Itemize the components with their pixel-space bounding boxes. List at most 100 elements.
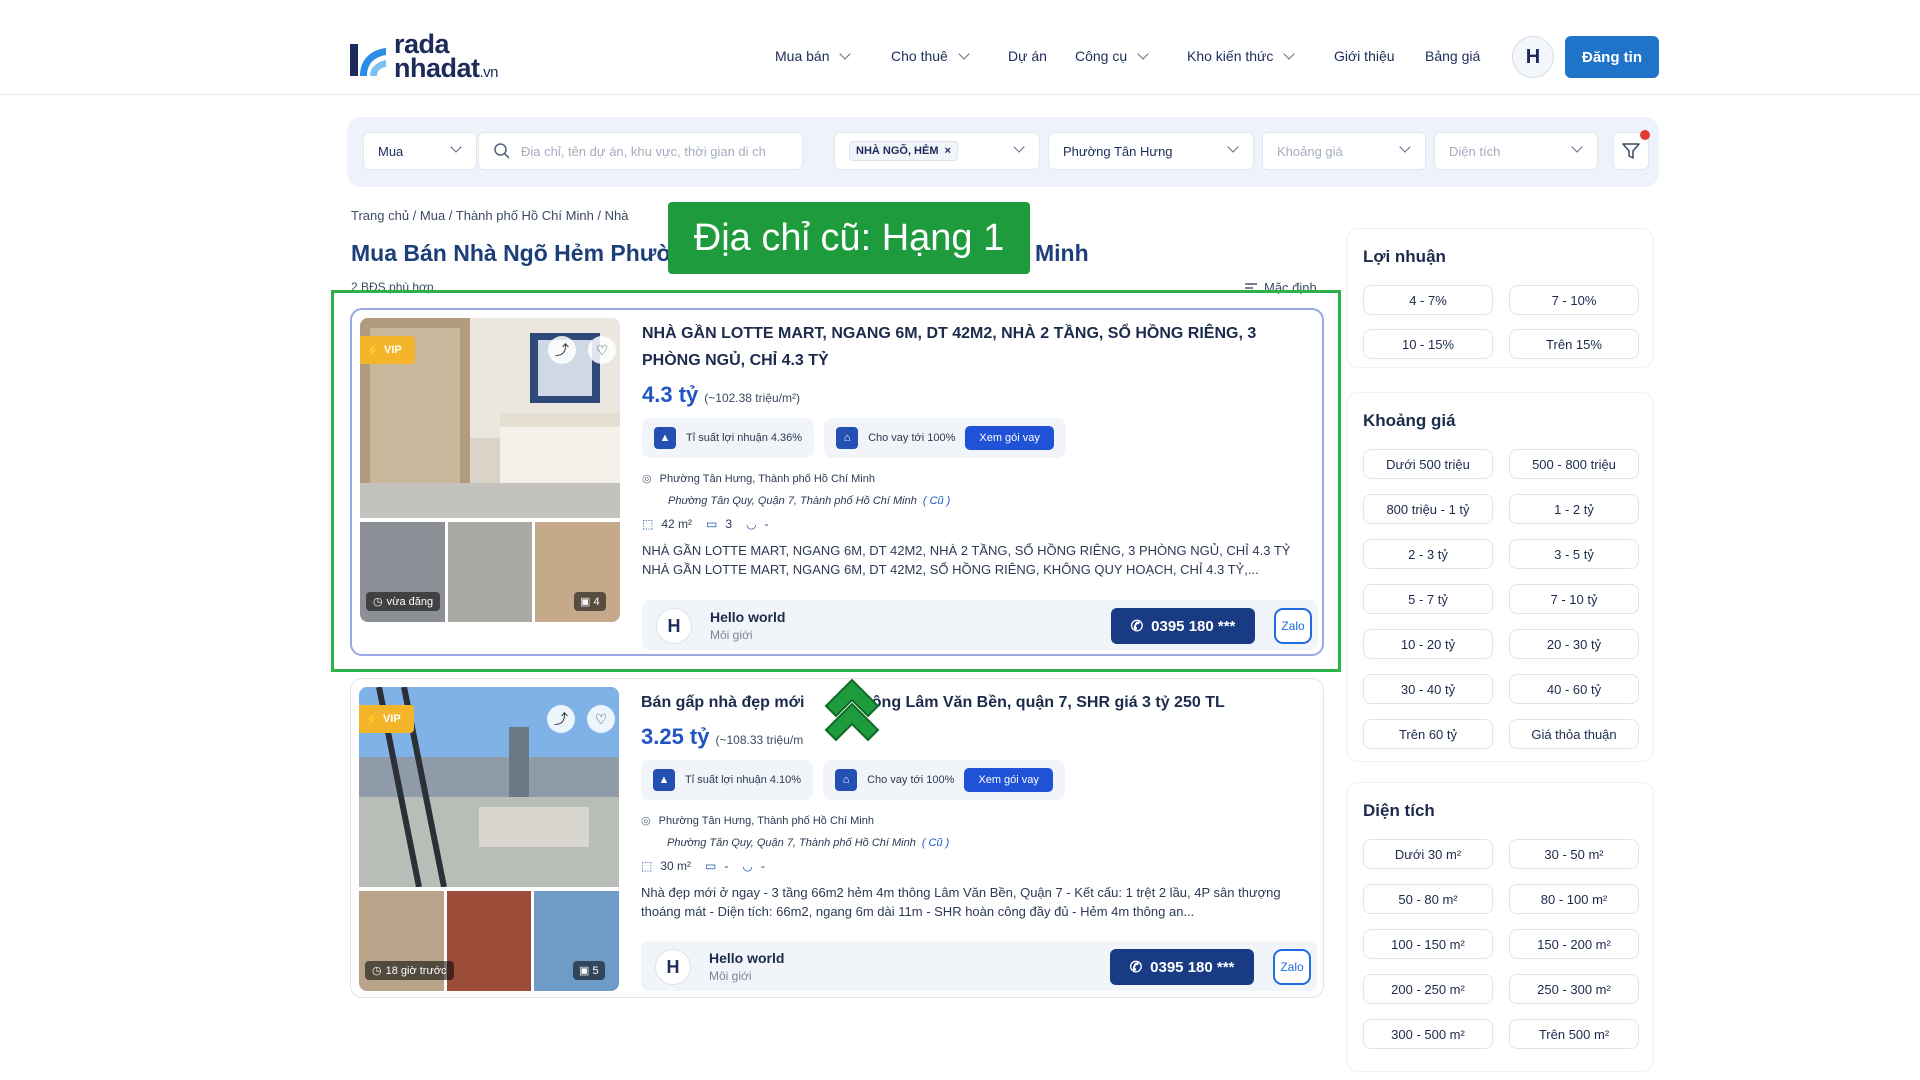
agent-name[interactable]: Hello world [709, 950, 784, 966]
close-icon[interactable]: × [945, 145, 951, 157]
zalo-button[interactable]: Zalo [1274, 608, 1312, 644]
agent-name[interactable]: Hello world [710, 609, 785, 625]
page-title: Mua Bán Nhà Ngõ Hẻm Phườ Minh [351, 240, 1089, 267]
price-option[interactable]: Dưới 500 triệu [1363, 449, 1493, 479]
listing-title[interactable]: NHÀ GẦN LOTTE MART, NGANG 6M, DT 42M2, N… [642, 320, 1312, 374]
thumbnail-photo[interactable] [446, 891, 532, 991]
heart-icon[interactable]: ♡ [587, 705, 615, 733]
view-loan-button[interactable]: Xem gói vay [964, 768, 1053, 792]
profit-option[interactable]: Trên 15% [1509, 329, 1639, 359]
old-address-tag: ( Cũ ) [921, 837, 950, 849]
site-logo[interactable]: rada nhadat.vn [346, 30, 516, 84]
area-option[interactable]: 200 - 250 m² [1363, 974, 1493, 1004]
profit-option[interactable]: 10 - 15% [1363, 329, 1493, 359]
price-option[interactable]: 7 - 10 tỷ [1509, 584, 1639, 614]
transaction-type-select[interactable]: Mua [363, 132, 477, 170]
price-option[interactable]: 20 - 30 tỷ [1509, 629, 1639, 659]
loan-text: Cho vay tới 100% [868, 432, 956, 444]
logo-text-suffix: .vn [479, 64, 499, 81]
area-select[interactable]: Diện tích [1434, 132, 1598, 170]
area-option[interactable]: 80 - 100 m² [1509, 884, 1639, 914]
post-listing-button[interactable]: Đăng tin [1565, 36, 1659, 78]
price-option[interactable]: 2 - 3 tỷ [1363, 539, 1493, 569]
area-option[interactable]: Dưới 30 m² [1363, 839, 1493, 869]
search-bar: Mua Địa chỉ, tên dự án, khu vực, thời gi… [347, 117, 1659, 187]
annotation-banner: Địa chỉ cũ: Hạng 1 [668, 202, 1030, 274]
listing-info: Bán gấp nhà đẹp mới hông Lâm Văn Bền, qu… [641, 689, 1311, 921]
user-avatar[interactable]: H [1512, 36, 1554, 78]
price-option[interactable]: Trên 60 tỷ [1363, 719, 1493, 749]
clock-icon: ◷ [373, 596, 383, 608]
address: ◎ Phường Tân Hưng, Thành phố Hồ Chí Minh [641, 814, 1311, 828]
category-tag[interactable]: NHÀ NGÕ, HẺM × [849, 141, 958, 161]
sort-icon [1245, 282, 1257, 293]
agent-avatar[interactable]: H [655, 949, 691, 985]
search-input[interactable]: Địa chỉ, tên dự án, khu vực, thời gian d… [478, 132, 803, 170]
nav-item-bang-gia[interactable]: Bảng giá [1425, 48, 1480, 64]
nav-item-cho-thue[interactable]: Cho thuê [891, 48, 970, 64]
photo-count-badge: ▣ 4 [574, 592, 606, 611]
area-option[interactable]: 300 - 500 m² [1363, 1019, 1493, 1049]
vip-label: VIP [383, 344, 402, 356]
price-option[interactable]: 30 - 40 tỷ [1363, 674, 1493, 704]
area-option[interactable]: Trên 500 m² [1509, 1019, 1639, 1049]
nav-item-du-an[interactable]: Dự án [1008, 48, 1047, 64]
bank-icon: ⌂ [835, 769, 858, 791]
call-button[interactable]: ✆ 0395 180 *** [1110, 949, 1254, 985]
area-option[interactable]: 50 - 80 m² [1363, 884, 1493, 914]
profit-option[interactable]: 4 - 7% [1363, 285, 1493, 315]
nav-item-kho-kien-thuc[interactable]: Kho kiến thức [1187, 48, 1296, 64]
price-option[interactable]: 40 - 60 tỷ [1509, 674, 1639, 704]
agent-bar: H Hello world Môi giới ✆ 0395 180 *** Zal… [641, 941, 1317, 991]
share-icon[interactable]: ⤴ [548, 336, 576, 364]
zalo-button[interactable]: Zalo [1273, 949, 1311, 985]
ward-select[interactable]: Phường Tân Hưng [1048, 132, 1254, 170]
nav-item-mua-ban[interactable]: Mua bán [775, 48, 852, 64]
area-option[interactable]: 100 - 150 m² [1363, 929, 1493, 959]
area-option[interactable]: 30 - 50 m² [1509, 839, 1639, 869]
agent-avatar[interactable]: H [656, 608, 692, 644]
sort-select[interactable]: Mặc định [1244, 280, 1317, 295]
address-text: Phường Tân Hưng, Thành phố Hồ Chí Minh [658, 814, 874, 827]
listing-card[interactable]: ⚡ VIP ⤴ ♡ ◷ vừa đăng ▣ 4 NHÀ GẦN LOTTE MAR… [350, 308, 1324, 656]
breadcrumb[interactable]: Trang chủ / Mua / Thành phố Hồ Chí Minh … [351, 208, 628, 223]
area-option[interactable]: 250 - 300 m² [1509, 974, 1639, 1004]
thumbnail-photo[interactable] [447, 522, 533, 622]
price-filter-panel: Khoảng giá Dưới 500 triệu 500 - 800 triệ… [1346, 392, 1654, 762]
price-option[interactable]: 10 - 20 tỷ [1363, 629, 1493, 659]
lightning-icon: ⚡ [365, 713, 379, 726]
listing-main-photo[interactable]: ⚡ VIP ⤴ ♡ [359, 687, 619, 887]
view-loan-button[interactable]: Xem gói vay [965, 426, 1054, 450]
nav-item-gioi-thieu[interactable]: Giới thiệu [1334, 48, 1395, 64]
area-icon: ⬚ [642, 517, 654, 531]
logo-text-nhadat: nhadat [394, 53, 480, 83]
price-option[interactable]: 800 triệu - 1 tỷ [1363, 494, 1493, 524]
category-select[interactable]: NHÀ NGÕ, HẺM × [834, 132, 1040, 170]
price-option[interactable]: 500 - 800 triệu [1509, 449, 1639, 479]
phone-icon: ✆ [1129, 959, 1143, 976]
nav-item-cong-cu[interactable]: Công cụ [1075, 48, 1149, 64]
old-address: Phường Tân Quy, Quận 7, Thành phố Hồ Chí… [667, 837, 1311, 849]
chart-icon: ▲ [654, 427, 676, 449]
listing-description: Nhà đẹp mới ở ngay - 3 tầng 66m2 hẻm 4m … [641, 885, 1281, 919]
area-option[interactable]: 150 - 200 m² [1509, 929, 1639, 959]
image-icon: ▣ [579, 965, 590, 977]
area-spec: ⬚ 42 m² [642, 517, 692, 531]
listing-main-photo[interactable]: ⚡ VIP ⤴ ♡ [360, 318, 620, 518]
price-option[interactable]: Giá thỏa thuận [1509, 719, 1639, 749]
price-range-select[interactable]: Khoảng giá [1262, 132, 1426, 170]
listing-title[interactable]: Bán gấp nhà đẹp mới hông Lâm Văn Bền, qu… [641, 689, 1311, 716]
price-option[interactable]: 3 - 5 tỷ [1509, 539, 1639, 569]
profit-filter-title: Lợi nhuận [1363, 247, 1446, 266]
share-icon[interactable]: ⤴ [547, 705, 575, 733]
result-count: 2 BĐS phù hợp [351, 280, 434, 294]
price-option[interactable]: 5 - 7 tỷ [1363, 584, 1493, 614]
profit-option[interactable]: 7 - 10% [1509, 285, 1639, 315]
area-value: 42 m² [661, 517, 693, 531]
call-button[interactable]: ✆ 0395 180 *** [1111, 608, 1255, 644]
chevron-down-icon [839, 48, 852, 60]
ward-value: Phường Tân Hưng [1063, 143, 1173, 159]
listing-info: NHÀ GẦN LOTTE MART, NGANG 6M, DT 42M2, N… [642, 320, 1312, 579]
price-option[interactable]: 1 - 2 tỷ [1509, 494, 1639, 524]
heart-icon[interactable]: ♡ [588, 336, 616, 364]
